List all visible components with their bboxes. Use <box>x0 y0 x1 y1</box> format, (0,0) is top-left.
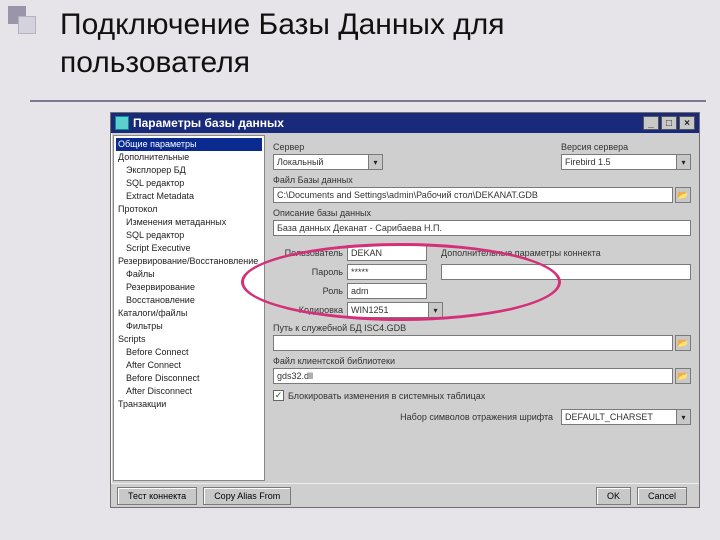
tree-item[interactable]: Script Executive <box>116 242 262 255</box>
server-combo[interactable]: Локальный <box>273 154 369 170</box>
browse-button[interactable]: 📂 <box>675 368 691 384</box>
lock-checkbox[interactable]: ✓ <box>273 390 284 401</box>
clientlib-label: Файл клиентской библиотеки <box>273 356 691 366</box>
udf-label: Путь к служебной БД ISC4.GDB <box>273 323 691 333</box>
password-input[interactable]: ***** <box>347 264 427 280</box>
tree-item[interactable]: SQL редактор <box>116 229 262 242</box>
tree-item[interactable]: Каталоги/файлы <box>116 307 262 320</box>
close-button[interactable]: × <box>679 116 695 130</box>
tree-item[interactable]: Extract Metadata <box>116 190 262 203</box>
minimize-button[interactable]: _ <box>643 116 659 130</box>
copy-alias-button[interactable]: Copy Alias From <box>203 487 291 505</box>
dbfile-label: Файл Базы данных <box>273 175 691 185</box>
charset-combo[interactable]: WIN1251 <box>347 302 429 318</box>
font-charset-combo[interactable]: DEFAULT_CHARSET <box>561 409 677 425</box>
chevron-down-icon[interactable]: ▾ <box>369 154 383 170</box>
version-label: Версия сервера <box>561 142 691 152</box>
version-combo[interactable]: Firebird 1.5 <box>561 154 677 170</box>
tree-item[interactable]: Файлы <box>116 268 262 281</box>
role-input[interactable]: adm <box>347 283 427 299</box>
tree-item[interactable]: Восстановление <box>116 294 262 307</box>
chevron-down-icon[interactable]: ▾ <box>677 409 691 425</box>
chevron-down-icon[interactable]: ▾ <box>677 154 691 170</box>
tree-item[interactable]: Фильтры <box>116 320 262 333</box>
tree-item[interactable]: Транзакции <box>116 398 262 411</box>
tree-item[interactable]: Изменения метаданных <box>116 216 262 229</box>
desc-label: Описание базы данных <box>273 208 691 218</box>
tree-item[interactable]: Scripts <box>116 333 262 346</box>
check-icon: ✓ <box>275 390 283 401</box>
udf-input[interactable] <box>273 335 673 351</box>
role-label: Роль <box>273 286 343 296</box>
password-label: Пароль <box>273 267 343 277</box>
extra-params-label: Дополнительные параметры коннекта <box>441 248 601 258</box>
tree-item[interactable]: Дополнительные <box>116 151 262 164</box>
form-panel: Сервер Локальный ▾ Версия сервера Firebi… <box>267 135 697 481</box>
tree-item[interactable]: Before Disconnect <box>116 372 262 385</box>
server-label: Сервер <box>273 142 561 152</box>
user-input[interactable]: DEKAN <box>347 245 427 261</box>
dialog-body: Общие параметры Дополнительные Эксплорер… <box>111 133 699 483</box>
chevron-down-icon[interactable]: ▾ <box>429 302 443 318</box>
app-icon <box>115 116 129 130</box>
tree-item[interactable]: After Disconnect <box>116 385 262 398</box>
dbfile-input[interactable]: C:\Documents and Settings\admin\Рабочий … <box>273 187 673 203</box>
button-bar: Тест коннекта Copy Alias From OK Cancel <box>111 483 699 507</box>
desc-input[interactable]: База данных Деканат - Сарибаева Н.П. <box>273 220 691 236</box>
browse-button[interactable]: 📂 <box>675 335 691 351</box>
tree-item[interactable]: Резервирование/Восстановление <box>116 255 262 268</box>
lock-checkbox-label: Блокировать изменения в системных таблиц… <box>288 391 485 401</box>
tree-item[interactable]: Before Connect <box>116 346 262 359</box>
tree-item[interactable]: Протокол <box>116 203 262 216</box>
title-underline <box>30 100 706 102</box>
slide-decoration <box>8 6 36 34</box>
tree-item[interactable]: Резервирование <box>116 281 262 294</box>
charset-label: Кодировка <box>273 305 343 315</box>
titlebar: Параметры базы данных _ □ × <box>111 113 699 133</box>
settings-tree[interactable]: Общие параметры Дополнительные Эксплорер… <box>113 135 265 481</box>
maximize-button[interactable]: □ <box>661 116 677 130</box>
test-connect-button[interactable]: Тест коннекта <box>117 487 197 505</box>
font-charset-label: Набор символов отражения шрифта <box>400 412 553 422</box>
clientlib-input[interactable]: gds32.dll <box>273 368 673 384</box>
cancel-button[interactable]: Cancel <box>637 487 687 505</box>
browse-button[interactable]: 📂 <box>675 187 691 203</box>
dialog-window: Параметры базы данных _ □ × Общие параме… <box>110 112 700 508</box>
tree-item[interactable]: SQL редактор <box>116 177 262 190</box>
tree-item[interactable]: Эксплорер БД <box>116 164 262 177</box>
user-label: Пользователь <box>273 248 343 258</box>
extra-params-input[interactable] <box>441 264 691 280</box>
ok-button[interactable]: OK <box>596 487 631 505</box>
window-title: Параметры базы данных <box>133 116 641 130</box>
tree-item-selected[interactable]: Общие параметры <box>116 138 262 151</box>
tree-item[interactable]: After Connect <box>116 359 262 372</box>
page-title: Подключение Базы Данных для пользователя <box>60 6 700 81</box>
